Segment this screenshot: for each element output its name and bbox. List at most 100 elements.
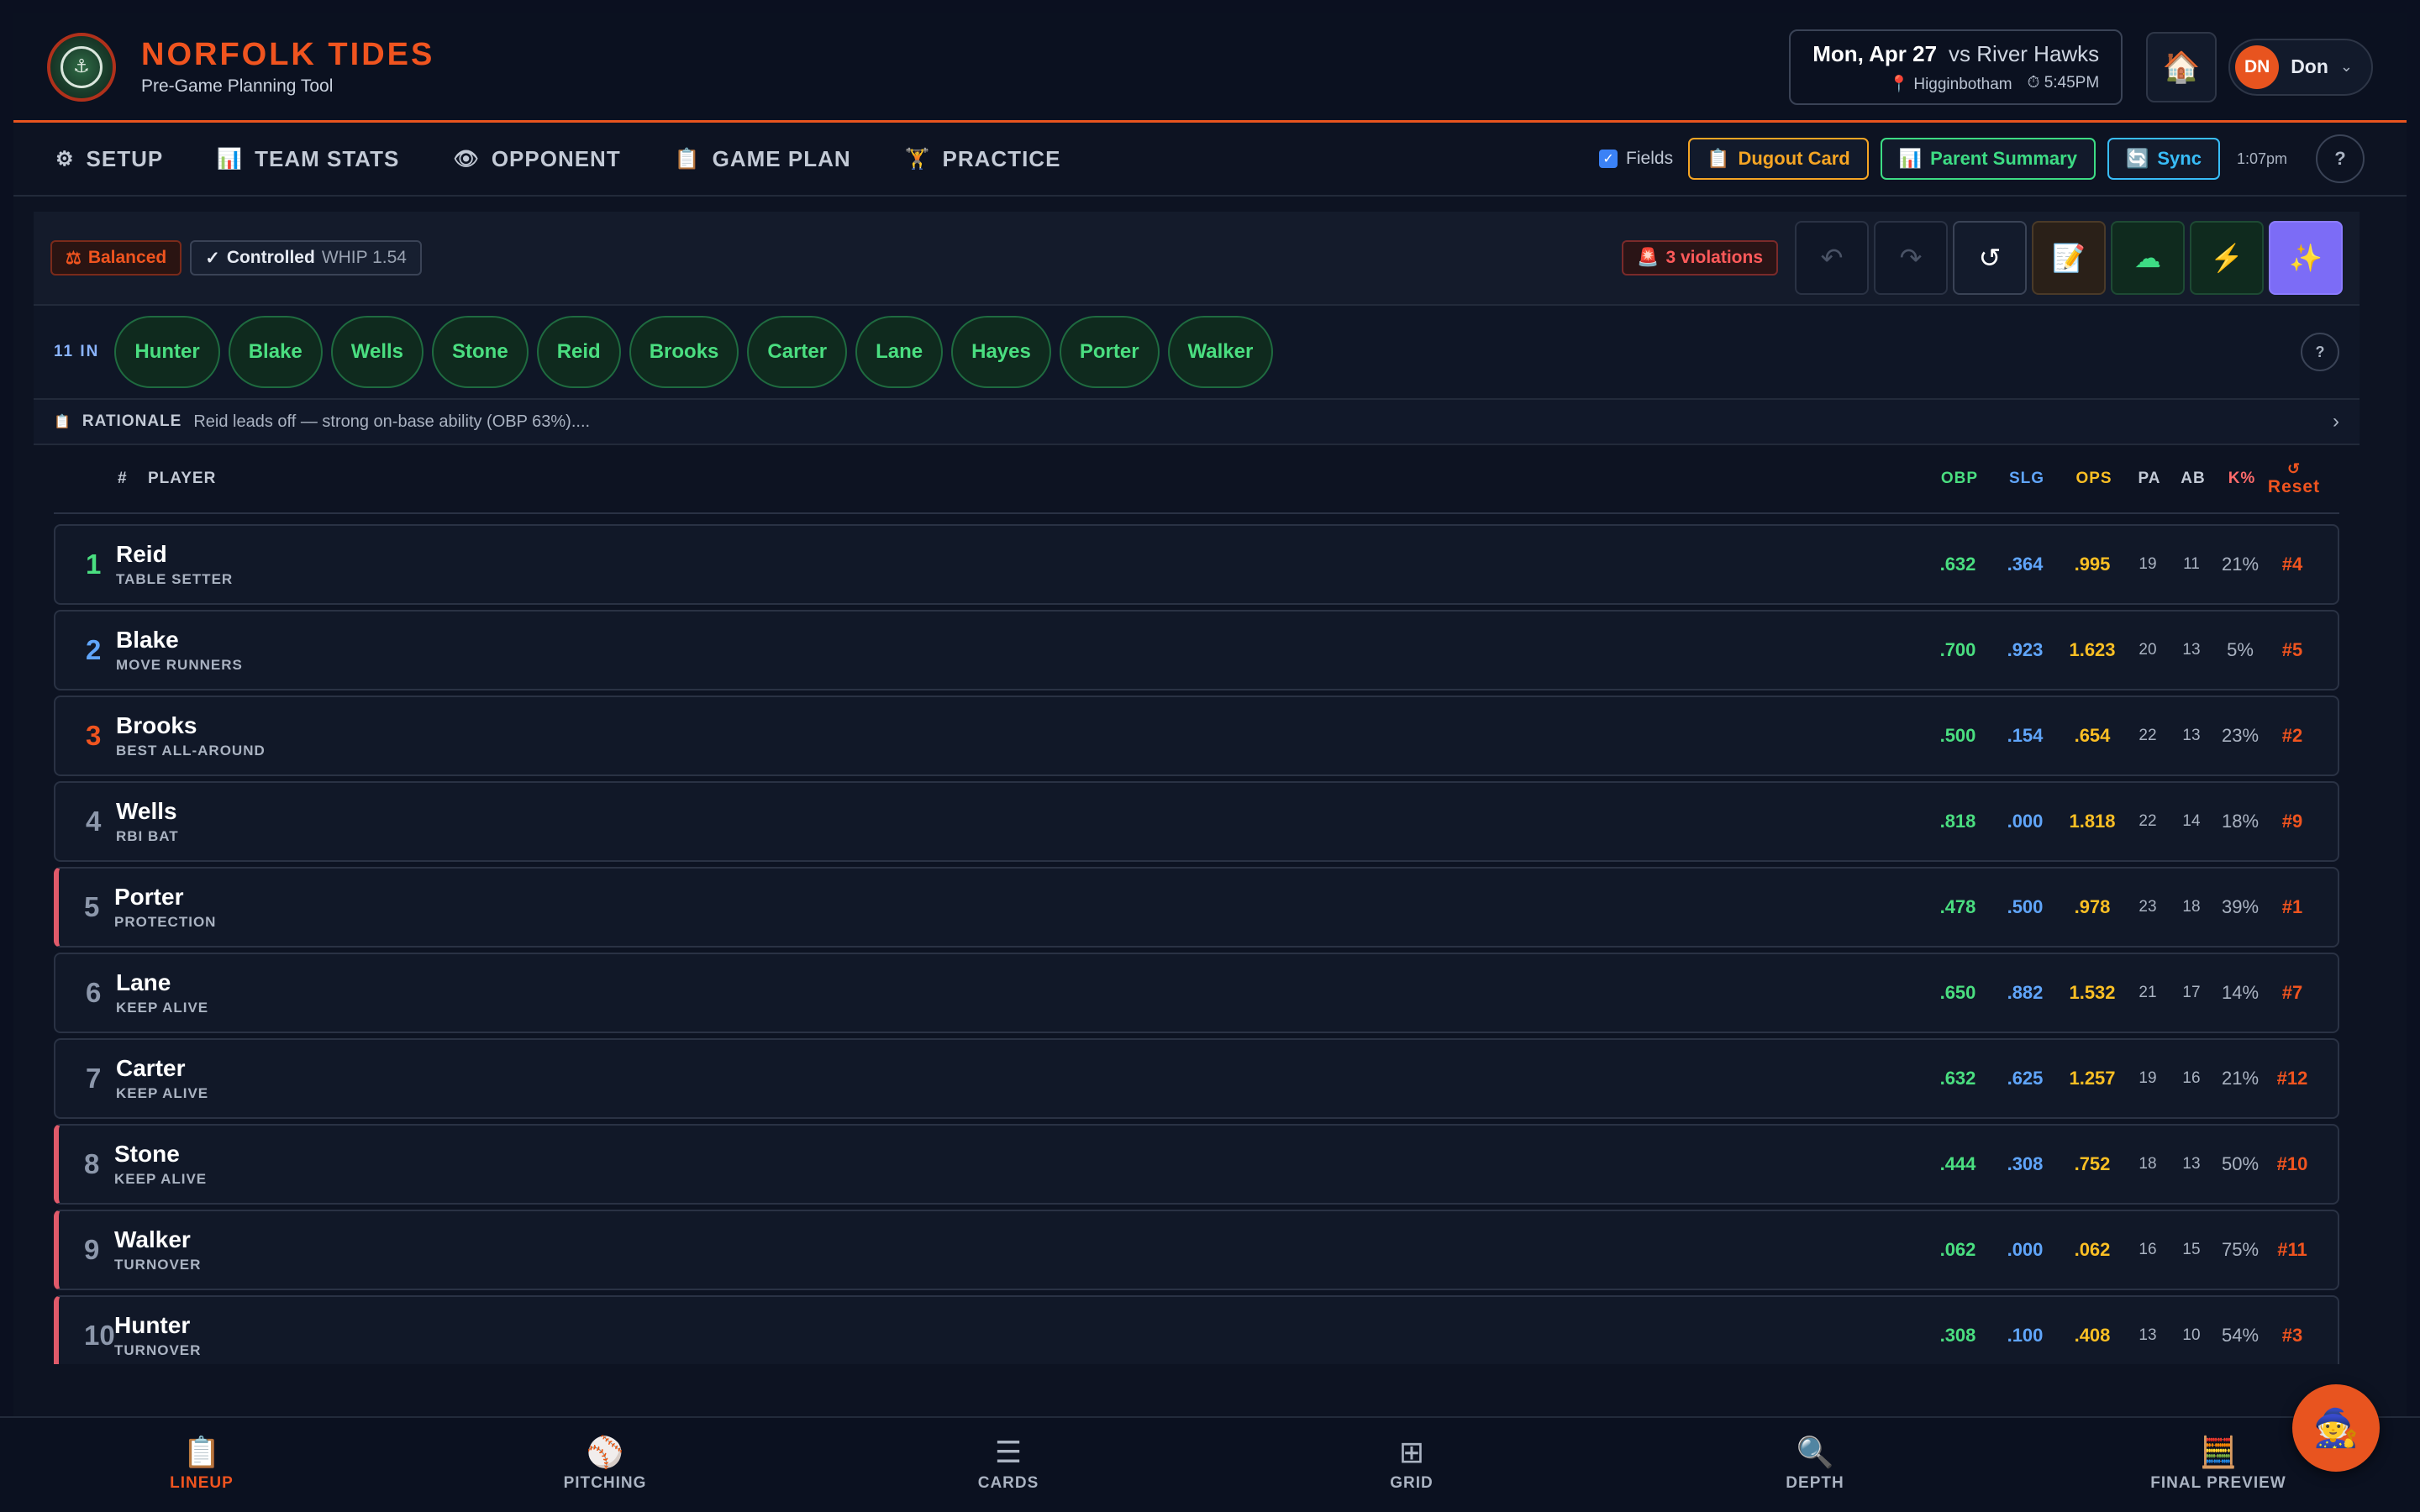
col-slg[interactable]: SLG bbox=[1993, 470, 2060, 488]
rank-value: #12 bbox=[2276, 1068, 2308, 1089]
weightlifter-icon: 🏋 bbox=[904, 147, 931, 171]
player-chip[interactable]: Reid bbox=[536, 316, 621, 388]
rank-value: #5 bbox=[2281, 639, 2303, 660]
roster-help-button[interactable]: ? bbox=[2301, 333, 2339, 371]
game-info[interactable]: Mon, Apr 27 vs River Hawks 📍 Higginbotha… bbox=[1789, 29, 2123, 105]
tab-setup[interactable]: ⚙ SETUP bbox=[55, 146, 163, 172]
slg-value: .100 bbox=[2007, 1325, 2044, 1346]
player-chip[interactable]: Walker bbox=[1167, 316, 1274, 388]
user-menu-button[interactable]: DN Don ⌄ bbox=[2228, 38, 2373, 96]
home-button[interactable]: 🏠 bbox=[2146, 31, 2217, 102]
obp-value: .444 bbox=[1939, 1153, 1976, 1174]
player-role: RBI BAT bbox=[116, 828, 179, 844]
table-row[interactable]: 7 Carter KEEP ALIVE .632 .625 1.257 19 16… bbox=[54, 1038, 2339, 1119]
reset-icon: ↺ bbox=[1978, 243, 2002, 273]
reset-button[interactable]: ↺ bbox=[1953, 221, 2027, 295]
player-chip[interactable]: Wells bbox=[330, 316, 424, 388]
col-obp[interactable]: OBP bbox=[1926, 470, 1993, 488]
player-name: Hunter bbox=[114, 1312, 191, 1338]
clipboard-icon: 📋 bbox=[1707, 148, 1730, 169]
undo-button[interactable]: ↶ bbox=[1795, 221, 1869, 295]
player-name: Reid bbox=[116, 541, 167, 567]
ab-value: 13 bbox=[2182, 641, 2201, 659]
tab-practice[interactable]: 🏋 PRACTICE bbox=[905, 146, 1061, 172]
obp-value: .632 bbox=[1939, 1068, 1976, 1089]
table-row[interactable]: 5 Porter PROTECTION .478 .500 .978 23 18 … bbox=[54, 867, 2339, 948]
player-role: KEEP ALIVE bbox=[116, 1085, 209, 1101]
batting-order: 3 bbox=[86, 720, 102, 751]
assistant-fab-button[interactable]: 🧙 bbox=[2292, 1384, 2380, 1472]
player-name: Blake bbox=[116, 627, 179, 653]
player-chip[interactable]: Lane bbox=[855, 316, 944, 388]
redo-button[interactable]: ↷ bbox=[1874, 221, 1948, 295]
quick-generate-button[interactable]: ⚡ bbox=[2190, 221, 2264, 295]
reset-sort-button[interactable]: ↺ Reset bbox=[2268, 460, 2319, 497]
auto-lineup-button[interactable]: ✨ bbox=[2269, 221, 2343, 295]
table-row[interactable]: 10 Hunter TURNOVER .308 .100 .408 13 10 5… bbox=[54, 1295, 2339, 1364]
player-chip[interactable]: Stone bbox=[432, 316, 529, 388]
player-chip[interactable]: Hunter bbox=[114, 316, 220, 388]
pitcher-label: Controlled bbox=[226, 248, 315, 267]
slg-value: .154 bbox=[2007, 725, 2044, 746]
player-name: Porter bbox=[114, 884, 184, 910]
player-count: 11 IN bbox=[54, 343, 100, 360]
clock-icon: ⏱ bbox=[2027, 73, 2040, 92]
chevron-right-icon[interactable]: › bbox=[2333, 410, 2339, 433]
tab-game-plan[interactable]: 📋 GAME PLAN bbox=[675, 146, 851, 172]
violations-label: 3 violations bbox=[1665, 248, 1763, 267]
table-row[interactable]: 1 Reid TABLE SETTER .632 .364 .995 19 11 … bbox=[54, 524, 2339, 605]
memo-icon: 📝 bbox=[2052, 243, 2086, 273]
bottom-tab-depth[interactable]: 🔍 DEPTH bbox=[1613, 1418, 2017, 1512]
k-value: 54% bbox=[2221, 1325, 2260, 1346]
batting-order: 8 bbox=[84, 1148, 100, 1179]
bottom-tab-grid[interactable]: ⊞ GRID bbox=[1210, 1418, 1613, 1512]
tab-label: OPPONENT bbox=[491, 145, 621, 171]
col-ops[interactable]: OPS bbox=[2060, 470, 2128, 488]
strategy-badge[interactable]: ⚖ Balanced bbox=[50, 240, 182, 276]
tab-opponent[interactable]: 👁 OPPONENT bbox=[453, 146, 620, 172]
bottom-tab-cards[interactable]: ☰ CARDS bbox=[807, 1418, 1210, 1512]
rationale-text: Reid leads off — strong on-base ability … bbox=[193, 412, 591, 431]
bottom-tab-label: FINAL PREVIEW bbox=[2150, 1474, 2286, 1492]
player-chip[interactable]: Brooks bbox=[629, 316, 739, 388]
player-chip[interactable]: Carter bbox=[747, 316, 848, 388]
player-name: Stone bbox=[114, 1141, 180, 1167]
rationale-bar[interactable]: 📋 RATIONALE Reid leads off — strong on-b… bbox=[34, 400, 2360, 445]
cloud-save-button[interactable]: ☁ bbox=[2111, 221, 2185, 295]
parent-summary-button[interactable]: 📊 Parent Summary bbox=[1880, 138, 2096, 180]
dugout-card-button[interactable]: 📋 Dugout Card bbox=[1688, 138, 1869, 180]
table-row[interactable]: 4 Wells RBI BAT .818 .000 1.818 22 14 18%… bbox=[54, 781, 2339, 862]
table-row[interactable]: 8 Stone KEEP ALIVE .444 .308 .752 18 13 5… bbox=[54, 1124, 2339, 1205]
player-chip[interactable]: Porter bbox=[1059, 316, 1160, 388]
pitcher-badge[interactable]: ✓ Controlled WHIP 1.54 bbox=[190, 240, 422, 276]
obp-value: .700 bbox=[1939, 639, 1976, 660]
bottom-tab-pitching[interactable]: ⚾ PITCHING bbox=[403, 1418, 807, 1512]
tab-team-stats[interactable]: 📊 TEAM STATS bbox=[217, 146, 399, 172]
sync-time: 1:07pm bbox=[2236, 150, 2287, 167]
batting-order: 5 bbox=[84, 891, 100, 922]
player-chip[interactable]: Blake bbox=[228, 316, 323, 388]
checkbox-checked-icon[interactable]: ✓ bbox=[1599, 150, 1618, 168]
undo-icon: ↶ bbox=[1820, 243, 1844, 273]
batting-order: 7 bbox=[86, 1063, 102, 1094]
table-row[interactable]: 6 Lane KEEP ALIVE .650 .882 1.532 21 17 1… bbox=[54, 953, 2339, 1033]
batting-order: 6 bbox=[86, 977, 102, 1008]
player-chip[interactable]: Hayes bbox=[951, 316, 1051, 388]
sync-button[interactable]: 🔄 Sync bbox=[2107, 138, 2220, 180]
ab-value: 15 bbox=[2182, 1241, 2201, 1258]
table-row[interactable]: 2 Blake MOVE RUNNERS .700 .923 1.623 20 1… bbox=[54, 610, 2339, 690]
violations-badge[interactable]: 🚨 3 violations bbox=[1622, 240, 1778, 276]
col-k[interactable]: K% bbox=[2215, 470, 2269, 488]
ops-value: .752 bbox=[2074, 1153, 2111, 1174]
help-button[interactable]: ? bbox=[2316, 134, 2365, 183]
notes-button[interactable]: 📝 bbox=[2032, 221, 2106, 295]
col-player: PLAYER bbox=[148, 470, 217, 487]
player-name: Walker bbox=[114, 1226, 191, 1252]
col-ab[interactable]: AB bbox=[2171, 470, 2215, 488]
rank-value: #1 bbox=[2281, 896, 2303, 917]
table-row[interactable]: 3 Brooks BEST ALL-AROUND .500 .154 .654 2… bbox=[54, 696, 2339, 776]
col-pa[interactable]: PA bbox=[2128, 470, 2171, 488]
table-row[interactable]: 9 Walker TURNOVER .062 .000 .062 16 15 75… bbox=[54, 1210, 2339, 1290]
fields-toggle[interactable]: ✓ Fields bbox=[1599, 149, 1673, 169]
bottom-tab-lineup[interactable]: 📋 LINEUP bbox=[0, 1418, 403, 1512]
